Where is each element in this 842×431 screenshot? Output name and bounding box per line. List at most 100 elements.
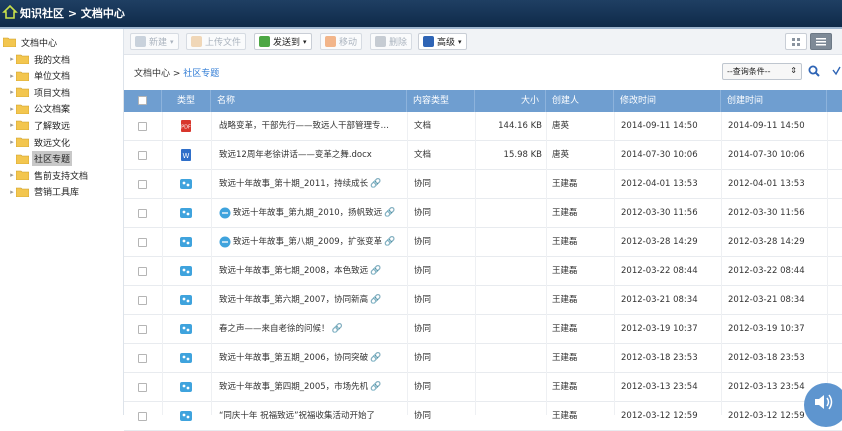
row-name-text[interactable]: 致远12周年老徐讲话——变革之舞.docx — [219, 150, 372, 160]
tree-root[interactable]: 文档中心 — [3, 34, 59, 50]
new-button[interactable]: 新建 ▾ — [130, 33, 179, 50]
list-view-button[interactable] — [810, 33, 832, 50]
row-modified: 2012-03-21 08:34 — [621, 295, 698, 305]
table-row[interactable]: PDF 战略变革，干部先行——致远人干部管理专… 文档 144.16 KB 唐英 2014… — [124, 112, 842, 141]
home-icon[interactable] — [2, 4, 18, 20]
expand-arrow-icon[interactable]: ▸ — [8, 171, 16, 179]
column-divider — [614, 112, 615, 415]
expand-arrow-icon[interactable]: ▸ — [8, 121, 16, 129]
row-name-text[interactable]: 致远十年故事_第九期_2010，扬帆致远 — [233, 208, 382, 218]
grid-view-button[interactable] — [785, 33, 807, 50]
send-to-button[interactable]: 发送到 ▾ — [254, 33, 312, 50]
table-row[interactable]: 致远十年故事_第六期_2007，协同新高 🔗 协同 王建磊 2012-03-21 08:… — [124, 286, 842, 315]
row-name[interactable]: 致远十年故事_第五期_2006，协同突破 🔗 — [219, 344, 411, 373]
sidebar-item[interactable]: ▸ 单位文档 — [8, 68, 72, 84]
sidebar-item[interactable]: ▸ 致远文化 — [8, 134, 72, 150]
row-checkbox[interactable] — [138, 122, 147, 131]
table-header: 类型 名称 内容类型 大小 创建人 修改时间 创建时间 — [124, 90, 842, 112]
column-divider — [211, 112, 212, 415]
row-name-text[interactable]: 致远十年故事_第十期_2011，持续成长 — [219, 179, 368, 189]
row-name-text[interactable]: 春之声——来自老徐的问候！ — [219, 324, 330, 334]
expand-arrow-icon[interactable]: ▸ — [8, 88, 16, 96]
query-condition-select[interactable]: --查询条件-- ⇕ — [722, 63, 802, 80]
col-creator[interactable]: 创建人 — [546, 90, 614, 112]
row-name[interactable]: 致远十年故事_第九期_2010，扬帆致远 🔗 — [219, 199, 411, 228]
table-row[interactable]: 致远十年故事_第十期_2011，持续成长 🔗 协同 王建磊 2012-04-01 13:… — [124, 170, 842, 199]
col-size[interactable]: 大小 — [475, 90, 546, 112]
row-name[interactable]: 致远十年故事_第八期_2009，扩张变革 🔗 — [219, 228, 411, 257]
row-checkbox[interactable] — [138, 151, 147, 160]
col-modified[interactable]: 修改时间 — [614, 90, 721, 112]
row-checkbox[interactable] — [138, 209, 147, 218]
sidebar-item[interactable]: ▸ 我的文档 — [8, 51, 72, 67]
breadcrumb-current[interactable]: 社区专题 — [183, 69, 219, 79]
delete-button[interactable]: 删除 — [370, 33, 413, 50]
row-checkbox[interactable] — [138, 325, 147, 334]
expand-arrow-icon[interactable]: ▸ — [8, 138, 16, 146]
row-name-text[interactable]: 致远十年故事_第八期_2009，扩张变革 — [233, 237, 382, 247]
row-modified: 2012-03-18 23:53 — [621, 353, 698, 363]
expand-arrow-icon[interactable]: ▸ — [8, 188, 16, 196]
upload-button[interactable]: 上传文件 — [186, 33, 247, 50]
row-name-text[interactable]: 致远十年故事_第四期_2005，市场先机 — [219, 382, 368, 392]
row-name[interactable]: 致远12周年老徐讲话——变革之舞.docx — [219, 141, 411, 170]
folder-open-icon — [3, 37, 16, 47]
refresh-icon[interactable] — [831, 65, 842, 77]
col-content-type[interactable]: 内容类型 — [407, 90, 475, 112]
table-row[interactable]: 春之声——来自老徐的问候！ 🔗 协同 王建磊 2012-03-19 10:37 2012-… — [124, 315, 842, 344]
table-row[interactable]: 致远十年故事_第七期_2008，本色致远 🔗 协同 王建磊 2012-03-22 08:… — [124, 257, 842, 286]
sidebar-item[interactable]: ▸ 售前支持文档 — [8, 167, 90, 183]
move-button[interactable]: 移动 — [320, 33, 363, 50]
row-checkbox[interactable] — [138, 267, 147, 276]
advanced-button[interactable]: 高级 ▾ — [418, 33, 467, 50]
attachment-icon: 🔗 — [370, 382, 382, 392]
row-checkbox[interactable] — [138, 383, 147, 392]
select-all-checkbox[interactable] — [138, 96, 147, 105]
row-name[interactable]: 春之声——来自老徐的问候！ 🔗 — [219, 315, 411, 344]
sidebar-item[interactable]: 社区专题 — [8, 151, 73, 167]
expand-arrow-icon[interactable]: ▸ — [8, 55, 16, 63]
breadcrumb-root[interactable]: 文档中心 — [134, 69, 170, 79]
table-row[interactable]: W 致远12周年老徐讲话——变革之舞.docx 文档 15.98 KB 唐英 2014-0… — [124, 141, 842, 170]
row-checkbox[interactable] — [138, 354, 147, 363]
sidebar-item-label: 营销工具库 — [34, 188, 80, 199]
search-icon[interactable] — [808, 65, 820, 77]
sidebar-item[interactable]: ▸ 公文档案 — [8, 101, 72, 117]
sidebar-item[interactable]: ▸ 营销工具库 — [8, 184, 81, 200]
advanced-label: 高级 — [437, 38, 456, 48]
row-name-text[interactable]: 致远十年故事_第六期_2007，协同新高 — [219, 295, 368, 305]
row-checkbox[interactable] — [138, 412, 147, 421]
row-name[interactable]: “同庆十年 祝福致远”祝福收集活动开始了 — [219, 402, 411, 431]
row-name[interactable]: 致远十年故事_第六期_2007，协同新高 🔗 — [219, 286, 411, 315]
col-type[interactable]: 类型 — [162, 90, 211, 112]
row-name[interactable]: 致远十年故事_第十期_2011，持续成长 🔗 — [219, 170, 411, 199]
row-size — [475, 199, 542, 228]
main-panel: 新建 ▾ 上传文件 发送到 ▾ 移动 删除 高级 ▾ 文档中心 > 社区专题 -… — [124, 29, 842, 431]
row-name-text[interactable]: 致远十年故事_第七期_2008，本色致远 — [219, 266, 368, 276]
row-name[interactable]: 致远十年故事_第四期_2005，市场先机 🔗 — [219, 373, 411, 402]
table-row[interactable]: “同庆十年 祝福致远”祝福收集活动开始了 协同 王建磊 2012-03-12 12:5… — [124, 402, 842, 431]
row-name-text[interactable]: 致远十年故事_第五期_2006，协同突破 — [219, 353, 368, 363]
row-checkbox[interactable] — [138, 238, 147, 247]
row-checkbox[interactable] — [138, 296, 147, 305]
row-name-text[interactable]: “同庆十年 祝福致远”祝福收集活动开始了 — [219, 411, 375, 421]
table-row[interactable]: 致远十年故事_第八期_2009，扩张变革 🔗 协同 王建磊 2012-03-28 14:… — [124, 228, 842, 257]
row-content-type: 协同 — [414, 237, 432, 247]
table-row[interactable]: 致远十年故事_第九期_2010，扬帆致远 🔗 协同 王建磊 2012-03-30 11:… — [124, 199, 842, 228]
col-created[interactable]: 创建时间 — [721, 90, 827, 112]
row-name[interactable]: 致远十年故事_第七期_2008，本色致远 🔗 — [219, 257, 411, 286]
row-name-text[interactable]: 战略变革，干部先行——致远人干部管理专… — [219, 121, 389, 131]
table-row[interactable]: 致远十年故事_第四期_2005，市场先机 🔗 协同 王建磊 2012-03-13 23:… — [124, 373, 842, 402]
row-name[interactable]: 战略变革，干部先行——致远人干部管理专… — [219, 112, 411, 141]
expand-arrow-icon[interactable]: ▸ — [8, 72, 16, 80]
row-checkbox[interactable] — [138, 180, 147, 189]
col-name[interactable]: 名称 — [211, 90, 407, 112]
row-creator: 王建磊 — [552, 179, 578, 189]
expand-arrow-icon[interactable]: ▸ — [8, 105, 16, 113]
row-content-type: 文档 — [414, 150, 432, 160]
table-row[interactable]: 致远十年故事_第五期_2006，协同突破 🔗 协同 王建磊 2012-03-18 23:… — [124, 344, 842, 373]
column-divider — [827, 112, 828, 415]
sidebar-item[interactable]: ▸ 项目文档 — [8, 84, 72, 100]
sidebar-item[interactable]: ▸ 了解致远 — [8, 117, 72, 133]
speaker-float-button[interactable] — [804, 383, 842, 427]
